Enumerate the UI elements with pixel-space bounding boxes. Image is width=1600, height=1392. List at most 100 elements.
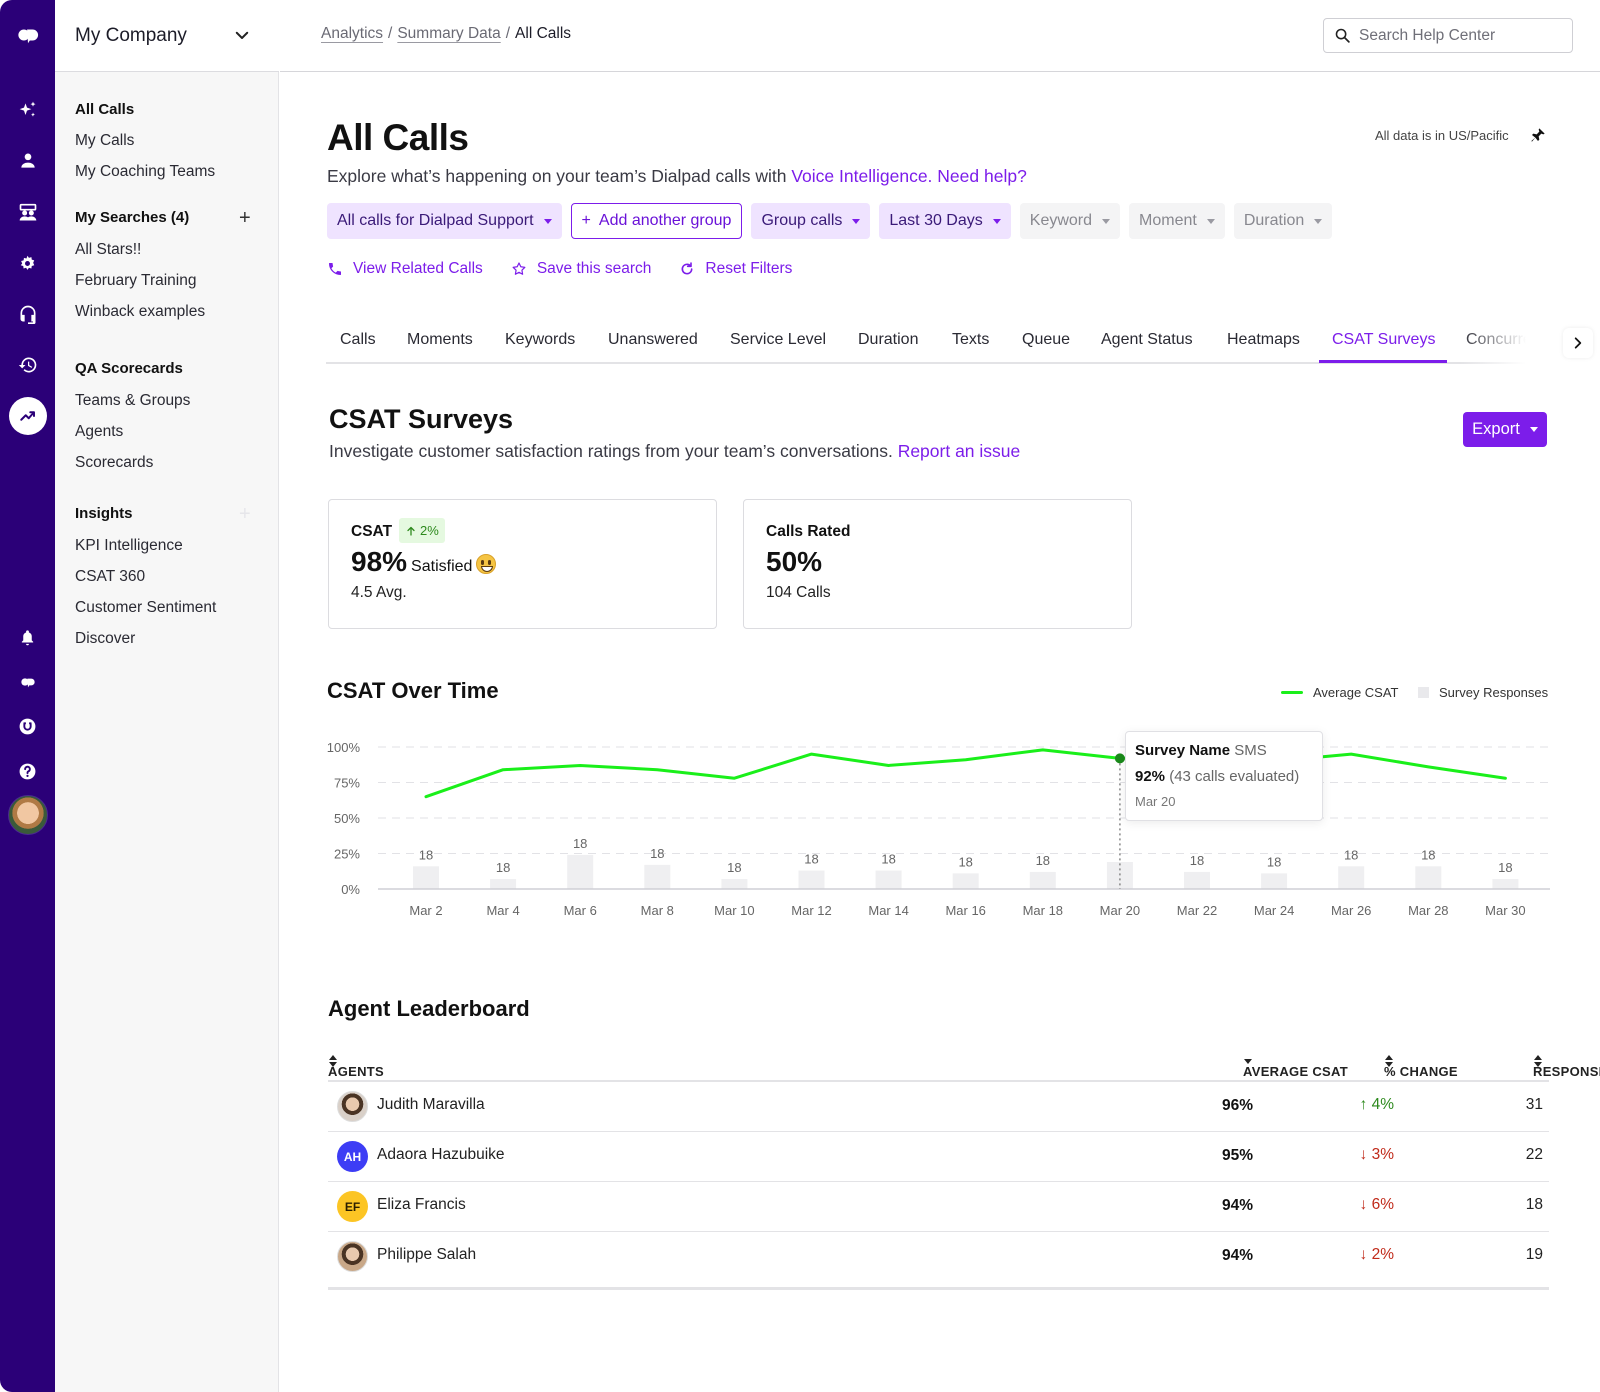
pin-icon[interactable] xyxy=(1530,127,1546,143)
help-search[interactable] xyxy=(1323,18,1573,53)
column-responses[interactable]: RESPONSES xyxy=(1533,1054,1600,1079)
date-range-filter[interactable]: Last 30 Days xyxy=(879,203,1011,239)
table-row[interactable]: AH Adaora Hazubuike 95% ↓ 3% 22 xyxy=(328,1132,1549,1182)
settings-icon[interactable] xyxy=(0,248,55,278)
table-row[interactable]: Philippe Salah 94% ↓ 2% 19 xyxy=(328,1232,1549,1290)
reset-filters-link[interactable]: Reset Filters xyxy=(679,260,792,278)
column-average-csat[interactable]: AVERAGE CSAT xyxy=(1243,1054,1348,1079)
arrow-up-icon xyxy=(407,526,415,536)
csat-delta-value: 2% xyxy=(420,523,439,538)
dialpad-apps-icon[interactable] xyxy=(0,667,55,697)
sidebar-item-agents[interactable]: Agents xyxy=(75,423,123,441)
x-tick-label: Mar 26 xyxy=(1331,903,1371,918)
x-tick-label: Mar 24 xyxy=(1254,903,1294,918)
keyword-filter[interactable]: Keyword xyxy=(1019,203,1121,239)
voice-intelligence-link[interactable]: Voice Intelligence. xyxy=(791,166,932,186)
add-group-button[interactable]: + Add another group xyxy=(570,203,743,239)
tab-calls[interactable]: Calls xyxy=(340,331,376,349)
add-search-button[interactable]: + xyxy=(239,208,251,228)
group-calls-filter[interactable]: Group calls xyxy=(751,203,871,239)
tab-agent-status[interactable]: Agent Status xyxy=(1101,331,1193,349)
tab-csat-surveys[interactable]: CSAT Surveys xyxy=(1332,331,1435,349)
legend-label: Survey Responses xyxy=(1439,685,1549,700)
legend-survey-responses[interactable]: Survey Responses xyxy=(1418,685,1548,700)
star-icon xyxy=(512,262,526,275)
tabs-scroll-right-button[interactable] xyxy=(1563,328,1593,358)
tab-duration[interactable]: Duration xyxy=(858,331,918,349)
sidebar-item-my-coaching-teams[interactable]: My Coaching Teams xyxy=(75,163,215,181)
history-icon[interactable] xyxy=(0,350,55,380)
sidebar-heading-all-calls[interactable]: All Calls xyxy=(75,101,134,118)
team-icon[interactable] xyxy=(0,198,55,228)
dialpad-logo-icon[interactable] xyxy=(0,20,55,50)
tab-queue[interactable]: Queue xyxy=(1022,331,1070,349)
bar-survey-responses xyxy=(1492,879,1519,889)
moment-filter[interactable]: Moment xyxy=(1129,203,1225,239)
csat-satisfied-label: Satisfied xyxy=(411,558,473,575)
export-button[interactable]: Export xyxy=(1463,412,1547,447)
agent-responses: 19 xyxy=(1525,1246,1543,1263)
tooltip-label: Survey Name xyxy=(1135,742,1231,759)
sidebar-item-csat-360[interactable]: CSAT 360 xyxy=(75,568,145,586)
group-filter-dialpad-support[interactable]: All calls for Dialpad Support xyxy=(327,203,562,239)
table-row[interactable]: Judith Maravilla 96% ↑ 4% 31 xyxy=(328,1082,1549,1132)
active-tab-indicator xyxy=(1319,360,1447,363)
agent-avatar xyxy=(337,1091,368,1122)
contacts-icon[interactable] xyxy=(0,146,55,176)
sidebar-item-winback-examples[interactable]: Winback examples xyxy=(75,303,205,321)
table-row[interactable]: EF Eliza Francis 94% ↓ 6% 18 xyxy=(328,1182,1549,1232)
sidebar-item-teams-groups[interactable]: Teams & Groups xyxy=(75,392,190,410)
sidebar-item-february-training[interactable]: February Training xyxy=(75,272,196,290)
filter-label: Last 30 Days xyxy=(889,212,983,229)
analytics-icon[interactable] xyxy=(9,397,47,435)
bar-survey-responses xyxy=(875,870,902,889)
agent-name: Adaora Hazubuike xyxy=(377,1146,505,1163)
column-percent-change[interactable]: % CHANGE xyxy=(1384,1054,1458,1079)
calls-rated-count: 104 Calls xyxy=(766,584,831,601)
tab-moments[interactable]: Moments xyxy=(407,331,473,349)
notifications-icon[interactable] xyxy=(0,622,55,652)
user-avatar[interactable] xyxy=(8,795,48,835)
y-tick-label: 100% xyxy=(327,740,361,755)
calls-rated-label: Calls Rated xyxy=(766,523,851,540)
tab-unanswered[interactable]: Unanswered xyxy=(608,331,698,349)
sidebar-item-my-calls[interactable]: My Calls xyxy=(75,132,134,150)
tab-texts[interactable]: Texts xyxy=(952,331,989,349)
sidebar-item-kpi-intelligence[interactable]: KPI Intelligence xyxy=(75,537,183,555)
report-tabs: Calls Moments Keywords Unanswered Servic… xyxy=(326,320,1585,364)
ubervoice-icon[interactable] xyxy=(0,711,55,741)
need-help-link[interactable]: Need help? xyxy=(937,166,1027,186)
x-tick-label: Mar 16 xyxy=(945,903,985,918)
bar-data-label: 18 xyxy=(727,860,741,875)
sidebar-item-customer-sentiment[interactable]: Customer Sentiment xyxy=(75,599,216,617)
tab-service-level[interactable]: Service Level xyxy=(730,331,826,349)
column-agents[interactable]: AGENTS xyxy=(328,1054,384,1079)
caret-down-icon xyxy=(992,218,1001,224)
sparkles-icon[interactable] xyxy=(0,95,55,125)
breadcrumb: Analytics / Summary Data / All Calls xyxy=(321,25,571,43)
duration-filter[interactable]: Duration xyxy=(1233,203,1333,239)
y-tick-label: 25% xyxy=(334,847,360,862)
tooltip-survey-name: SMS xyxy=(1234,742,1267,759)
column-label: RESPONSES xyxy=(1533,1064,1600,1079)
sidebar-item-scorecards[interactable]: Scorecards xyxy=(75,454,153,472)
bar-data-label: 18 xyxy=(1036,853,1050,868)
company-switcher[interactable]: My Company xyxy=(55,0,279,72)
report-issue-link[interactable]: Report an issue xyxy=(898,441,1021,461)
csat-card-label: CSAT xyxy=(351,523,393,540)
breadcrumb-analytics[interactable]: Analytics xyxy=(321,25,383,42)
headset-icon[interactable] xyxy=(0,299,55,329)
breadcrumb-summary-data[interactable]: Summary Data xyxy=(397,25,500,42)
chart-title: CSAT Over Time xyxy=(327,678,499,703)
add-insight-button[interactable]: + xyxy=(239,504,251,524)
page-subtitle: Explore what’s happening on your team’s … xyxy=(327,166,1027,187)
sidebar-item-all-stars[interactable]: All Stars!! xyxy=(75,241,141,259)
view-related-calls-link[interactable]: View Related Calls xyxy=(327,260,483,278)
sidebar-item-discover[interactable]: Discover xyxy=(75,630,135,648)
legend-average-csat[interactable]: Average CSAT xyxy=(1281,685,1399,700)
tab-heatmaps[interactable]: Heatmaps xyxy=(1227,331,1300,349)
tab-keywords[interactable]: Keywords xyxy=(505,331,575,349)
save-search-link[interactable]: Save this search xyxy=(511,260,651,278)
help-icon[interactable] xyxy=(0,756,55,786)
search-help-input[interactable] xyxy=(1359,26,1559,45)
